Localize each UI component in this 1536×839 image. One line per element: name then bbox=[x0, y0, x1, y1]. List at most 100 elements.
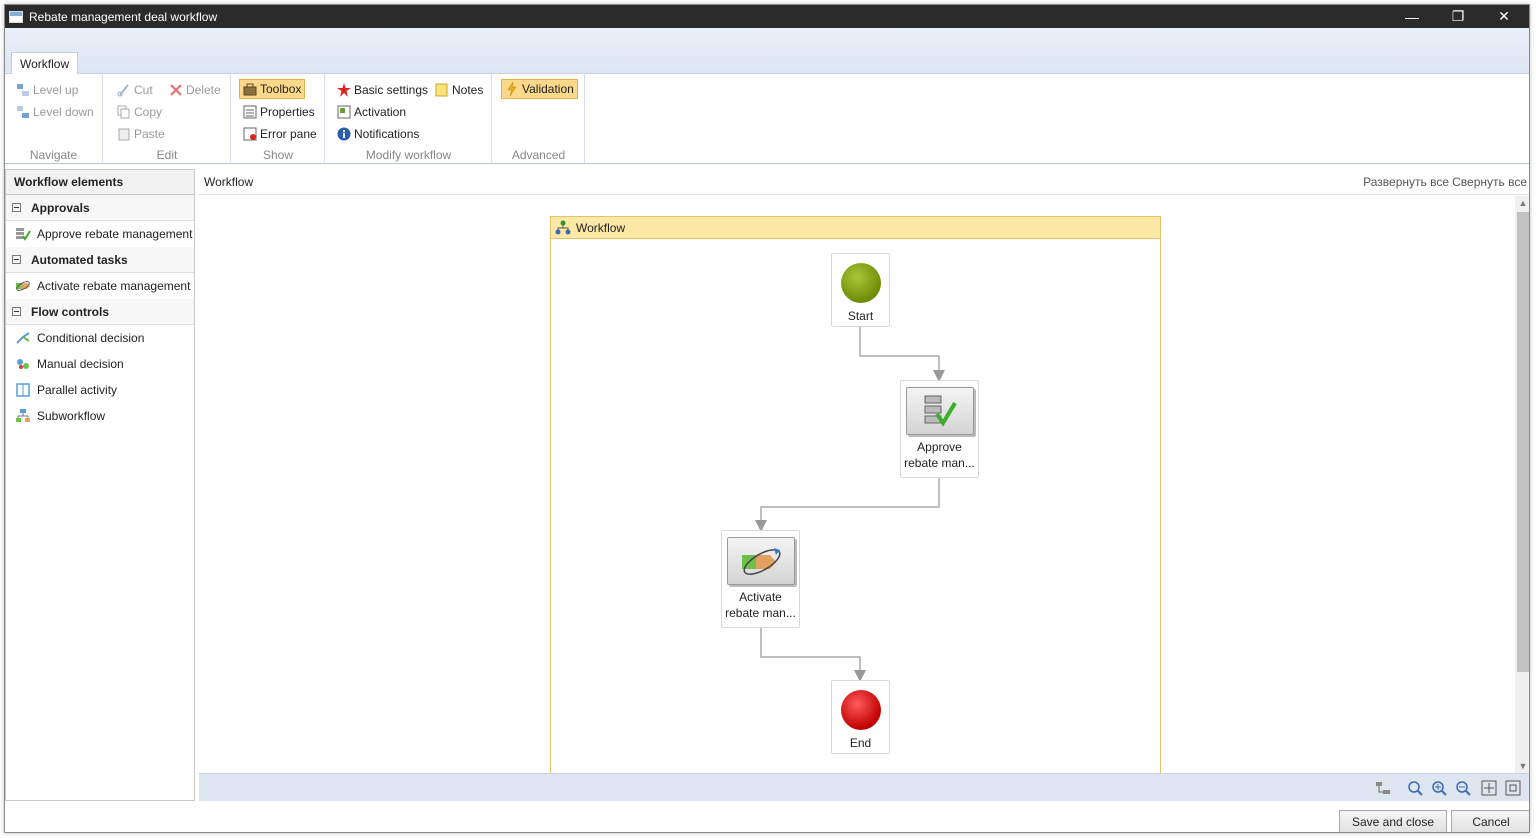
level-up-button[interactable]: Level up bbox=[13, 80, 81, 100]
title-bar: Rebate management deal workflow — ❐ ✕ bbox=[5, 5, 1529, 28]
category-label: Approvals bbox=[31, 200, 90, 215]
workflow-elements-panel: Workflow elements Approvals Approve reba… bbox=[5, 169, 195, 801]
group-advanced: Validation Advanced bbox=[493, 74, 585, 164]
toolbox-label: Toolbox bbox=[260, 82, 302, 96]
designer-title: Workflow bbox=[204, 175, 254, 189]
tab-workflow[interactable]: Workflow bbox=[11, 52, 79, 75]
workflow-container-header[interactable]: Workflow bbox=[551, 217, 1160, 239]
group-show: Toolbox Properties Error pane Show bbox=[232, 74, 325, 164]
delete-icon bbox=[169, 83, 183, 97]
cut-label: Cut bbox=[134, 83, 153, 97]
end-icon bbox=[840, 690, 881, 730]
node-approve-rebate[interactable]: Approve rebate man... bbox=[900, 380, 979, 478]
element-subworkflow[interactable]: Subworkflow bbox=[6, 403, 194, 429]
node-start[interactable]: Start bbox=[831, 253, 890, 327]
notifications-button[interactable]: Notifications bbox=[334, 124, 422, 144]
info-icon bbox=[337, 127, 351, 141]
node-activate-rebate[interactable]: Activate rebate man... bbox=[721, 530, 800, 628]
scroll-thumb[interactable] bbox=[1517, 212, 1529, 672]
ribbon: Level up Level down Navigate Cut Delete … bbox=[5, 74, 1529, 164]
category-automated-tasks[interactable]: Automated tasks bbox=[6, 247, 194, 273]
validation-label: Validation bbox=[522, 82, 574, 96]
error-pane-icon bbox=[243, 127, 257, 141]
group-label-navigate: Navigate bbox=[29, 148, 78, 162]
properties-icon bbox=[243, 105, 257, 119]
collapse-icon[interactable] bbox=[12, 203, 21, 212]
parallel-activity-icon bbox=[15, 383, 31, 397]
element-conditional-decision[interactable]: Conditional decision bbox=[6, 325, 194, 351]
zoom-in-icon[interactable] bbox=[1431, 780, 1447, 796]
error-pane-button[interactable]: Error pane bbox=[240, 124, 320, 144]
properties-button[interactable]: Properties bbox=[240, 102, 318, 122]
subworkflow-icon bbox=[15, 409, 31, 423]
cancel-button[interactable]: Cancel bbox=[1451, 810, 1529, 832]
canvas-toolbar bbox=[199, 773, 1529, 801]
workflow-icon bbox=[555, 220, 571, 236]
group-label-show: Show bbox=[262, 148, 294, 162]
fit-to-screen-icon[interactable] bbox=[1481, 780, 1497, 796]
element-label: Subworkflow bbox=[37, 409, 106, 423]
delete-button[interactable]: Delete bbox=[166, 80, 224, 100]
category-label: Automated tasks bbox=[31, 252, 128, 267]
validation-icon bbox=[505, 81, 519, 97]
scroll-up-icon[interactable]: ▲ bbox=[1515, 196, 1529, 210]
element-parallel-activity[interactable]: Parallel activity bbox=[6, 377, 194, 403]
save-and-close-button[interactable]: Save and close bbox=[1339, 810, 1447, 832]
level-up-icon bbox=[16, 83, 30, 97]
level-down-label: Level down bbox=[33, 105, 94, 119]
automated-task-icon bbox=[726, 537, 795, 585]
overview-icon[interactable] bbox=[1505, 780, 1521, 796]
restore-button[interactable]: ❐ bbox=[1435, 5, 1481, 28]
category-label: Flow controls bbox=[31, 304, 109, 319]
element-approve-rebate[interactable]: Approve rebate management bbox=[6, 221, 194, 247]
properties-label: Properties bbox=[260, 105, 315, 119]
app-window: Rebate management deal workflow — ❐ ✕ Wo… bbox=[4, 4, 1530, 833]
expand-all-link[interactable]: Развернуть все bbox=[1363, 175, 1449, 189]
level-down-button[interactable]: Level down bbox=[13, 102, 97, 122]
category-approvals[interactable]: Approvals bbox=[6, 195, 194, 221]
element-label: Manual decision bbox=[37, 357, 124, 371]
element-label: Activate rebate management deal bbox=[37, 279, 194, 293]
scissors-icon bbox=[117, 83, 131, 97]
element-label: Parallel activity bbox=[37, 383, 118, 397]
delete-label: Delete bbox=[186, 83, 221, 97]
copy-button[interactable]: Copy bbox=[114, 102, 165, 122]
close-button[interactable]: ✕ bbox=[1481, 5, 1527, 28]
start-icon bbox=[840, 263, 881, 303]
toolbox-button[interactable]: Toolbox bbox=[239, 79, 306, 99]
collapse-icon[interactable] bbox=[12, 255, 21, 264]
cut-button[interactable]: Cut bbox=[114, 80, 156, 100]
zoom-fit-icon[interactable] bbox=[1407, 780, 1423, 796]
dialog-footer: Save and close Cancel bbox=[5, 802, 1529, 832]
manual-decision-icon bbox=[15, 357, 31, 371]
notes-button[interactable]: Notes bbox=[432, 80, 486, 100]
workflow-canvas[interactable]: Workflow Start Approve rebate man... Act… bbox=[199, 196, 1515, 773]
node-approve-label-2: rebate man... bbox=[904, 456, 975, 470]
zoom-out-icon[interactable] bbox=[1455, 780, 1471, 796]
group-navigate: Level up Level down Navigate bbox=[5, 74, 103, 164]
workflow-container-title: Workflow bbox=[576, 220, 626, 235]
collapse-icon[interactable] bbox=[12, 307, 21, 316]
error-pane-label: Error pane bbox=[260, 127, 317, 141]
automated-task-icon bbox=[15, 279, 31, 293]
activation-button[interactable]: Activation bbox=[334, 102, 409, 122]
collapse-all-link[interactable]: Свернуть все bbox=[1452, 175, 1527, 189]
paste-label: Paste bbox=[134, 127, 165, 141]
category-flow-controls[interactable]: Flow controls bbox=[6, 299, 194, 325]
activation-label: Activation bbox=[354, 105, 407, 119]
minimize-button[interactable]: — bbox=[1389, 5, 1435, 28]
basic-settings-button[interactable]: Basic settings bbox=[334, 80, 431, 100]
basic-settings-icon bbox=[337, 83, 351, 97]
element-activate-rebate[interactable]: Activate rebate management deal bbox=[6, 273, 194, 299]
validation-button[interactable]: Validation bbox=[501, 79, 578, 99]
conditional-decision-icon bbox=[15, 331, 31, 345]
basic-settings-label: Basic settings bbox=[354, 83, 429, 97]
layout-icon[interactable] bbox=[1375, 780, 1391, 796]
element-manual-decision[interactable]: Manual decision bbox=[6, 351, 194, 377]
vertical-scrollbar[interactable]: ▲ ▼ bbox=[1515, 196, 1529, 773]
scroll-down-icon[interactable]: ▼ bbox=[1515, 759, 1529, 773]
paste-button[interactable]: Paste bbox=[114, 124, 168, 144]
node-end[interactable]: End bbox=[831, 680, 890, 754]
level-down-icon bbox=[16, 105, 30, 119]
approval-icon bbox=[15, 227, 31, 241]
